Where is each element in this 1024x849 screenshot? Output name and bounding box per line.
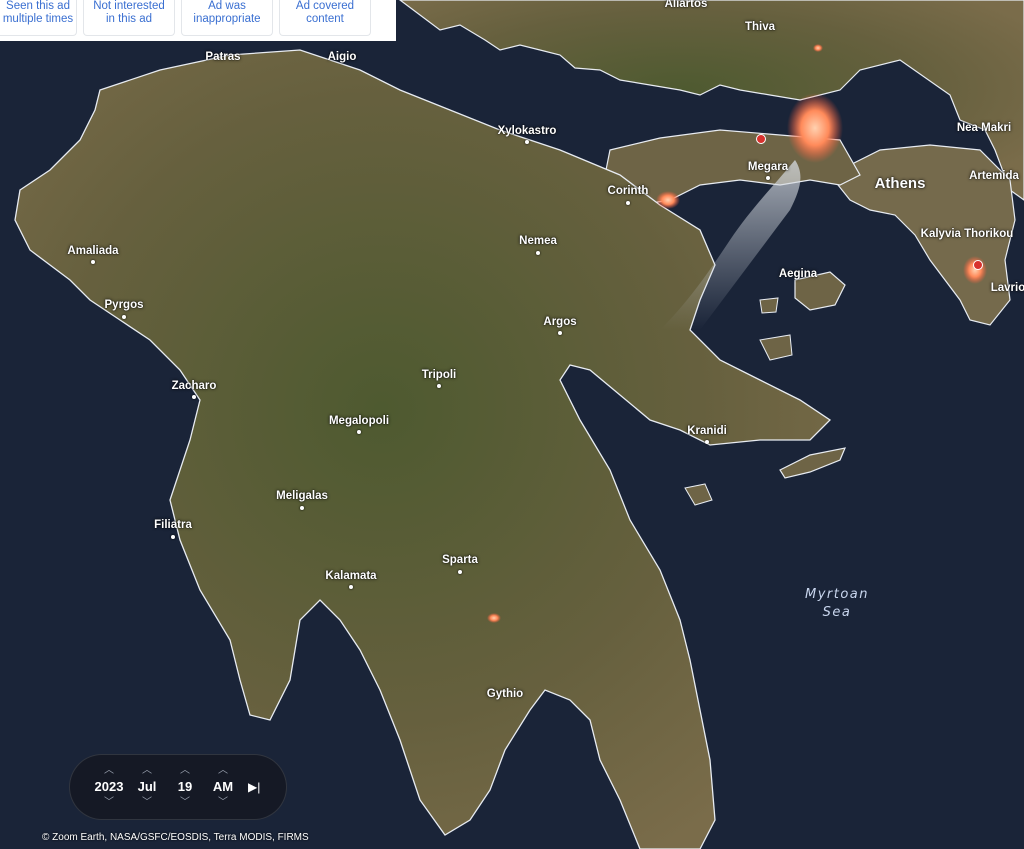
place-dot — [357, 430, 361, 434]
place-label-aegina: Aegina — [778, 268, 818, 280]
place-dot — [766, 176, 770, 180]
place-label-nea-makri: Nea Makri — [956, 122, 1012, 134]
place-label-lavrio: Lavrio — [990, 282, 1024, 294]
chevron-up-icon[interactable]: ︿ — [104, 765, 114, 777]
place-label-nemea: Nemea — [519, 235, 557, 247]
place-label-pyrgos: Pyrgos — [104, 299, 144, 311]
place-dot — [91, 260, 95, 264]
place-dot — [171, 535, 175, 539]
place-label-patras: Patras — [205, 51, 241, 63]
button-label: Ad covered — [295, 0, 355, 12]
sea-label: Myrtoan Sea — [805, 586, 869, 622]
fire-hotspot — [487, 613, 501, 623]
place-label-megara: Megara — [747, 161, 789, 173]
place-label-thiva: Thiva — [744, 21, 776, 33]
ad-feedback-covered-content-button[interactable]: Ad covered content — [279, 0, 371, 36]
day-value: 19 — [177, 779, 193, 794]
place-dot — [458, 570, 462, 574]
place-label-filiatra: Filiatra — [154, 519, 192, 531]
place-label-argos: Argos — [543, 316, 577, 328]
place-dot — [525, 140, 529, 144]
place-dot — [122, 315, 126, 319]
month-value: Jul — [137, 779, 157, 794]
button-label: multiple times — [2, 13, 74, 25]
place-label-kalyvia: Kalyvia Thorikou — [920, 228, 1014, 240]
place-label-megalopoli: Megalopoli — [328, 415, 390, 427]
chevron-down-icon[interactable]: ﹀ — [104, 797, 114, 809]
chevron-up-icon[interactable]: ︿ — [218, 765, 228, 777]
place-label-corinth: Corinth — [607, 185, 649, 197]
place-label-aigio: Aigio — [327, 51, 357, 63]
place-label-meligalas: Meligalas — [276, 490, 328, 502]
place-dot — [705, 440, 709, 444]
sea-label-line: Myrtoan — [805, 587, 870, 602]
place-dot — [536, 251, 540, 255]
month-selector: ︿ Jul ﹀ — [128, 765, 166, 809]
fire-icon[interactable] — [973, 260, 983, 270]
button-label: Ad was — [208, 0, 246, 12]
date-time-control: ︿ 2023 ﹀ ︿ Jul ﹀ ︿ 19 ﹀ ︿ AM ﹀ ▶| — [69, 754, 287, 820]
period-value: AM — [212, 779, 234, 794]
sea-label-line: Sea — [822, 605, 852, 620]
place-label-athens: Athens — [874, 175, 926, 192]
place-label-xylokastro: Xylokastro — [497, 125, 557, 137]
fire-icon[interactable] — [756, 134, 766, 144]
year-value: 2023 — [94, 779, 124, 794]
place-dot — [437, 384, 441, 388]
islet — [759, 297, 779, 314]
place-label-gythio: Gythio — [486, 688, 524, 700]
fire-hotspot — [787, 93, 843, 163]
chevron-up-icon[interactable]: ︿ — [142, 765, 152, 777]
button-label: in this ad — [105, 13, 152, 25]
chevron-down-icon[interactable]: ﹀ — [218, 797, 228, 809]
day-selector: ︿ 19 ﹀ — [166, 765, 204, 809]
place-dot — [349, 585, 353, 589]
place-label-sparta: Sparta — [442, 554, 478, 566]
place-label-tripoli: Tripoli — [421, 369, 457, 381]
place-dot — [192, 395, 196, 399]
ad-feedback-inappropriate-button[interactable]: Ad was inappropriate — [181, 0, 273, 36]
place-label-artemida: Artemida — [969, 170, 1019, 182]
map-attribution: © Zoom Earth, NASA/GSFC/EOSDIS, Terra MO… — [42, 832, 309, 843]
place-dot — [558, 331, 562, 335]
place-dot — [300, 506, 304, 510]
chevron-down-icon[interactable]: ﹀ — [142, 797, 152, 809]
period-selector: ︿ AM ﹀ — [204, 765, 242, 809]
fire-hotspot — [656, 191, 680, 209]
button-label: content — [306, 13, 344, 25]
button-label: inappropriate — [193, 13, 261, 25]
fire-hotspot — [813, 44, 823, 52]
ad-feedback-bar: Seen this ad multiple times Not intereste… — [0, 0, 396, 41]
skip-forward-icon[interactable]: ▶| — [248, 780, 260, 794]
place-label-kalamata: Kalamata — [325, 570, 377, 582]
place-label-kranidi: Kranidi — [687, 425, 727, 437]
place-dot — [626, 201, 630, 205]
ad-feedback-seen-multiple-button[interactable]: Seen this ad multiple times — [0, 0, 77, 36]
year-selector: ︿ 2023 ﹀ — [90, 765, 128, 809]
chevron-down-icon[interactable]: ﹀ — [180, 797, 190, 809]
place-label-aliartos: Aliartos — [664, 0, 708, 10]
place-label-zacharo: Zacharo — [171, 380, 217, 392]
button-label: Seen this ad — [6, 0, 70, 12]
place-label-amaliada: Amaliada — [67, 245, 119, 257]
button-label: Not interested — [93, 0, 165, 12]
chevron-up-icon[interactable]: ︿ — [180, 765, 190, 777]
ad-feedback-not-interested-button[interactable]: Not interested in this ad — [83, 0, 175, 36]
